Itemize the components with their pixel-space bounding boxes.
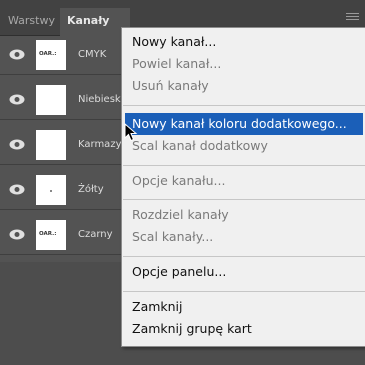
channel-label: Żółty (78, 184, 104, 195)
menu-item-merge-spot-channel[interactable]: Scal kanał dodatkowy (132, 138, 268, 153)
menu-item-new-channel[interactable]: Nowy kanał... (132, 34, 216, 49)
menu-item-new-spot-channel[interactable]: Nowy kanał koloru dodatkowego... (132, 116, 347, 131)
menu-separator (123, 199, 365, 200)
eye-icon[interactable] (9, 49, 25, 60)
mouse-cursor-icon (124, 123, 138, 142)
tab-channels[interactable]: Kanały (67, 14, 109, 27)
channel-thumbnail: OAR.: (36, 220, 66, 250)
menu-item-close[interactable]: Zamknij (132, 299, 183, 314)
channel-label: CMYK (78, 49, 107, 60)
menu-separator (123, 105, 365, 106)
channel-label: Czarny (78, 229, 113, 240)
tab-layers[interactable]: Warstwy (8, 14, 55, 27)
menu-separator (123, 256, 365, 257)
menu-item-panel-options[interactable]: Opcje panelu... (132, 264, 226, 279)
menu-item-close-tab-group[interactable]: Zamknij grupę kart (132, 321, 252, 336)
eye-icon[interactable] (9, 184, 25, 195)
menu-separator (123, 291, 365, 292)
channel-thumbnail (36, 175, 66, 205)
menu-item-channel-options[interactable]: Opcje kanału... (132, 173, 225, 188)
eye-icon[interactable] (9, 94, 25, 105)
channels-panel-menu: Nowy kanał... Powiel kanał... Usuń kanał… (121, 27, 365, 347)
menu-item-split-channels[interactable]: Rozdziel kanały (132, 207, 229, 222)
channel-label: Niebieski (78, 94, 124, 105)
eye-icon[interactable] (9, 229, 25, 240)
channel-thumbnail (36, 130, 66, 160)
menu-separator (123, 165, 365, 166)
menu-item-duplicate-channel[interactable]: Powiel kanał... (132, 56, 221, 71)
menu-item-merge-channels[interactable]: Scal kanały... (132, 229, 213, 244)
menu-item-delete-channels[interactable]: Usuń kanały (132, 78, 209, 93)
eye-icon[interactable] (9, 139, 25, 150)
channel-thumbnail (36, 85, 66, 115)
channel-thumbnail: OAR.: (36, 40, 66, 70)
panel-menu-icon[interactable] (346, 13, 359, 22)
